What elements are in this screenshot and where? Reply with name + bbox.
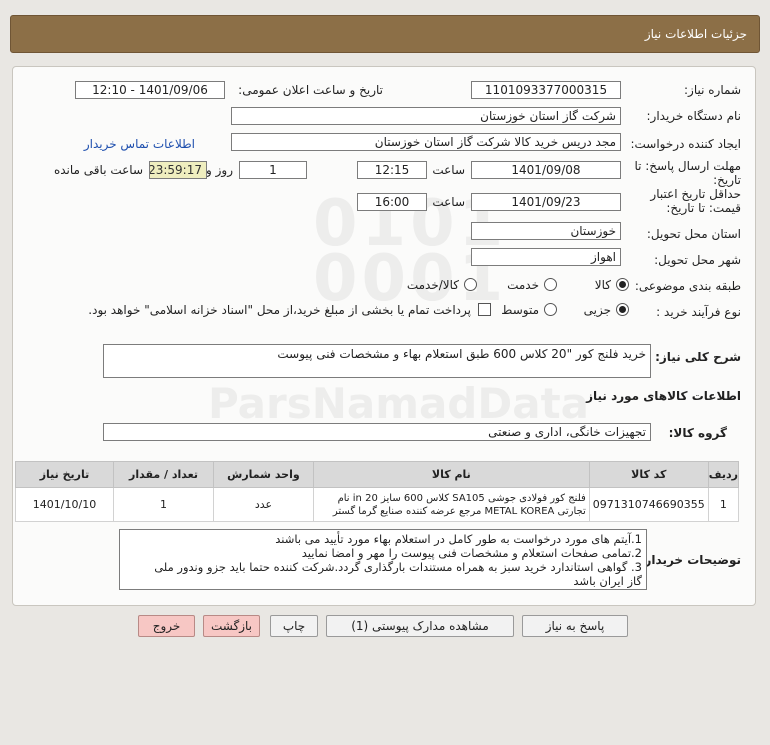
goods-section-title: اطلاعات کالاهای مورد نیاز: [586, 389, 741, 403]
table-row: 1 0971310746690355 فلنج کور فولادی جوشی …: [15, 487, 740, 522]
reply-button[interactable]: پاسخ به نیاز: [522, 615, 628, 637]
buyer-note-line: 1.آیتم های مورد درخواست به طور کامل در ا…: [275, 532, 642, 546]
purchase-type-radio-medium[interactable]: [544, 303, 557, 316]
goods-group-label: گروه کالا:: [668, 426, 727, 440]
goods-group-field: تجهیزات خانگی، اداری و صنعتی: [103, 423, 651, 441]
remaining-time-field: 23:59:17: [149, 161, 207, 179]
buyer-org-label: نام دستگاه خریدار:: [646, 109, 742, 123]
buyer-notes-field: 1.آیتم های مورد درخواست به طور کامل در ا…: [119, 529, 647, 590]
page-title: جزئیات اطلاعات نیاز: [644, 27, 747, 41]
exit-button[interactable]: خروج: [138, 615, 195, 637]
announce-datetime-label: تاریخ و ساعت اعلان عمومی:: [238, 83, 383, 97]
reply-time-field: 12:15: [357, 161, 427, 179]
reply-deadline-label-2: تاریخ:: [713, 173, 741, 187]
watermark-brand-icon: ParsNamadData: [208, 379, 589, 428]
buyer-notes-label: توضیحات خریدار:: [639, 553, 741, 567]
delivery-province-label: استان محل تحویل:: [646, 227, 741, 241]
remaining-days-label: روز و: [206, 163, 233, 177]
category-label: طبقه بندی موضوعی:: [634, 279, 741, 293]
details-panel: 0101 0001 ParsNamadData شماره نیاز: 1101…: [12, 66, 756, 606]
cell-date: 1401/10/10: [15, 487, 114, 522]
category-option-goods-service: کالا/خدمت: [406, 278, 459, 292]
col-code-header: کد کالا: [588, 461, 709, 488]
print-button[interactable]: چاپ: [270, 615, 318, 637]
cell-row: 1: [707, 487, 740, 522]
treasury-checkbox[interactable]: [478, 303, 491, 316]
cell-qty: 1: [113, 487, 214, 522]
price-validity-label-2: قیمت: تا تاریخ:: [666, 201, 741, 215]
purchase-type-label: نوع فرآیند خرید :: [656, 305, 741, 319]
delivery-city-label: شهر محل تحویل:: [654, 253, 741, 267]
price-validity-time-field: 16:00: [357, 193, 427, 211]
cell-name-line2: تجارتی METAL KOREA مرجع عرضه کننده صنایع…: [332, 505, 586, 517]
cell-name-line1: فلنج کور فولادی جوشی SA105 کلاس 600 سایز…: [337, 492, 586, 504]
category-radio-service[interactable]: [544, 278, 557, 291]
category-option-service: خدمت: [507, 278, 539, 292]
delivery-city-field: اهواز: [471, 248, 621, 266]
buyer-org-field: شرکت گاز استان خوزستان: [231, 107, 621, 125]
buyer-note-line: گاز ایران باشد: [573, 574, 642, 588]
category-radio-goods[interactable]: [616, 278, 629, 291]
back-button[interactable]: بازگشت: [203, 615, 260, 637]
cell-name: فلنج کور فولادی جوشی SA105 کلاس 600 سایز…: [312, 487, 590, 522]
page-header: جزئیات اطلاعات نیاز: [10, 15, 760, 53]
goods-table: ردیف کد کالا نام کالا واحد شمارش تعداد /…: [15, 461, 740, 522]
purchase-type-option-minor: جزیی: [583, 303, 611, 317]
col-name-header: نام کالا: [312, 461, 590, 488]
col-qty-header: تعداد / مقدار: [113, 461, 214, 488]
remaining-time-label: ساعت باقی مانده: [53, 163, 143, 177]
reply-time-label: ساعت: [432, 163, 465, 177]
buyer-contact-link[interactable]: اطلاعات تماس خریدار: [84, 137, 195, 151]
treasury-note: پرداخت تمام یا بخشی از مبلغ خرید،از محل …: [88, 303, 471, 317]
delivery-province-field: خوزستان: [471, 222, 621, 240]
table-header-row: ردیف کد کالا نام کالا واحد شمارش تعداد /…: [15, 461, 740, 488]
cell-code: 0971310746690355: [588, 487, 709, 522]
description-field: خرید فلنج کور "20 کلاس 600 طبق استعلام ب…: [103, 344, 651, 378]
price-validity-time-label: ساعت: [432, 195, 465, 209]
cell-unit: عدد: [212, 487, 314, 522]
reply-deadline-label: مهلت ارسال پاسخ: تا: [634, 159, 741, 173]
price-validity-label: حداقل تاریخ اعتبار: [650, 187, 741, 201]
col-date-header: تاریخ نیاز: [15, 461, 114, 488]
col-unit-header: واحد شمارش: [212, 461, 314, 488]
need-number-label: شماره نیاز:: [684, 83, 741, 97]
purchase-type-option-medium: متوسط: [501, 303, 539, 317]
requester-field: مجد دریس خرید کالا شرکت گاز استان خوزستا…: [231, 133, 621, 151]
reply-date-field: 1401/09/08: [471, 161, 621, 179]
buyer-note-line: 3. گواهی استاندارد خرید سبز به همراه مست…: [154, 560, 642, 574]
category-option-goods: کالا: [594, 278, 611, 292]
purchase-type-radio-minor[interactable]: [616, 303, 629, 316]
col-row-header: ردیف: [707, 461, 740, 488]
remaining-days-field: 1: [239, 161, 307, 179]
buyer-note-line: 2.تمامی صفحات استعلام و مشخصات فنی پیوست…: [301, 546, 642, 560]
price-validity-date-field: 1401/09/23: [471, 193, 621, 211]
view-attachments-button[interactable]: مشاهده مدارک پیوستی (1): [326, 615, 514, 637]
need-number-field: 1101093377000315: [471, 81, 621, 99]
description-label: شرح کلی نیاز:: [655, 350, 741, 364]
requester-label: ایجاد کننده درخواست:: [630, 137, 741, 151]
category-radio-goods-service[interactable]: [464, 278, 477, 291]
announce-datetime-field: 1401/09/06 - 12:10: [75, 81, 225, 99]
